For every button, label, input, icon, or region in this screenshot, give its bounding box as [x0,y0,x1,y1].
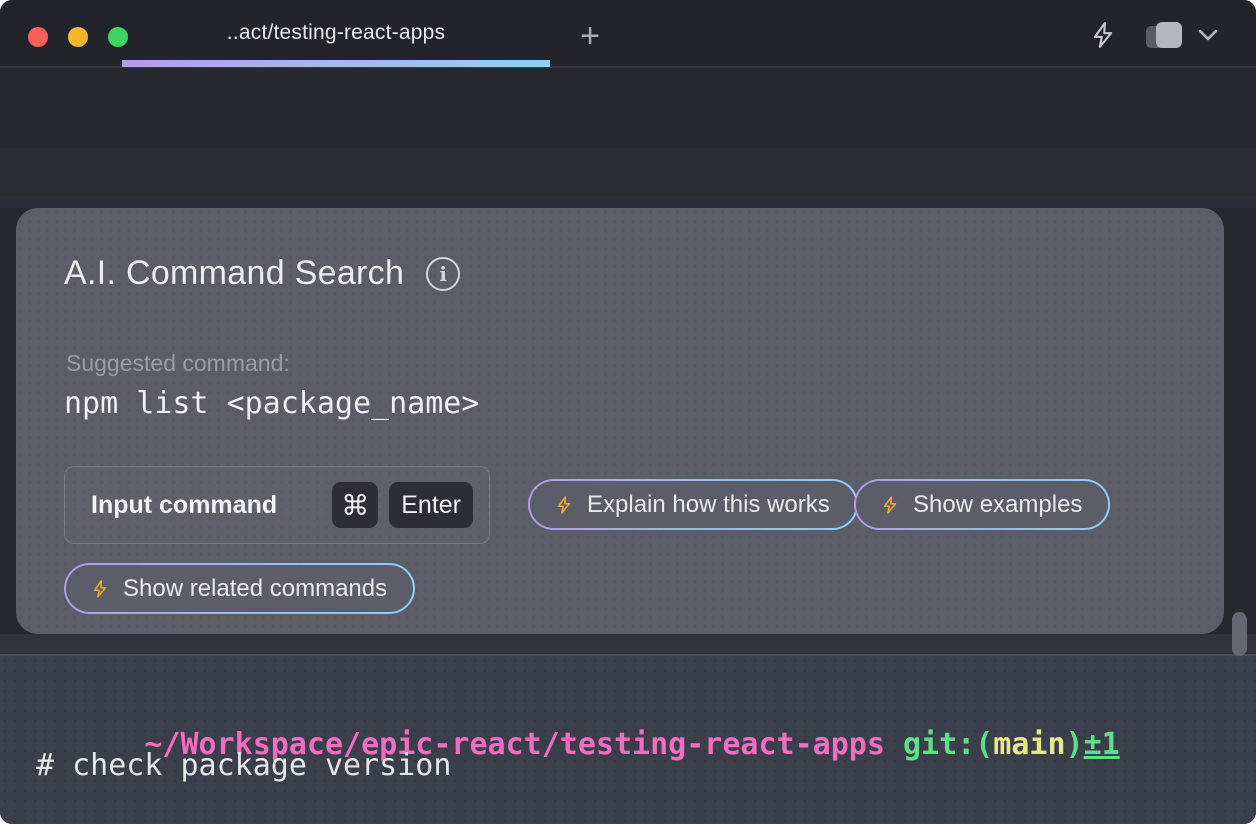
new-tab-button[interactable]: + [570,16,610,56]
info-icon[interactable]: i [426,257,460,291]
title-bar: ..act/testing-react-apps + [0,0,1256,68]
command-input-text[interactable]: # check package version [36,748,451,783]
show-related-commands-button[interactable]: Show related commands [64,563,415,614]
bolt-icon [554,494,574,516]
panel-title: A.I. Command Search [64,254,404,293]
warp-terminal-window: ..act/testing-react-apps + A.I. Command … [0,0,1256,824]
show-examples-button[interactable]: Show examples [854,479,1110,530]
ai-command-search-panel: A.I. Command Search i Suggested command:… [16,208,1224,634]
suggested-command-text: npm list <package_name> [64,386,479,421]
plus-icon: + [580,19,600,53]
lightning-bolt-icon[interactable] [1088,20,1118,50]
command-key-icon: ⌘ [341,489,369,522]
tab-testing-react-apps[interactable]: ..act/testing-react-apps [122,0,550,66]
scrollback-band [0,148,1256,196]
tab-title: ..act/testing-react-apps [227,21,445,45]
git-suffix: ) [1066,727,1084,762]
minimize-button[interactable] [68,27,88,47]
explain-how-this-works-button[interactable]: Explain how this works [528,479,858,530]
terminal-input-block[interactable]: ~/Workspace/epic-react/testing-react-app… [0,656,1256,824]
layer-front-square [1156,22,1182,48]
input-command-label: Input command [91,491,321,520]
enter-keycap: Enter [389,482,473,528]
info-glyph: i [439,262,447,286]
bolt-icon [880,494,900,516]
cmd-keycap: ⌘ [332,482,378,528]
panel-terminal-gap [0,634,1256,654]
bolt-icon [90,578,110,600]
git-prefix: git:( [885,727,993,762]
git-branch: main [993,727,1065,762]
input-command-shortcut-box[interactable]: Input command ⌘ Enter [64,466,490,544]
active-tab-indicator [122,60,550,67]
chevron-down-icon[interactable] [1198,28,1218,42]
enter-key-label: Enter [401,491,461,520]
window-layout-icon[interactable] [1146,22,1190,50]
close-button[interactable] [28,27,48,47]
git-dirty-status: ±1 [1084,727,1120,762]
button-label: Explain how this works [587,491,830,519]
suggested-command-label: Suggested command: [66,350,290,377]
terminal-scrollback-area [0,68,1256,208]
button-label: Show related commands [123,575,387,603]
scrollback-band [0,196,1256,208]
panel-header: A.I. Command Search i [64,254,460,293]
button-label: Show examples [913,491,1082,519]
scrollbar-thumb[interactable] [1232,612,1247,656]
